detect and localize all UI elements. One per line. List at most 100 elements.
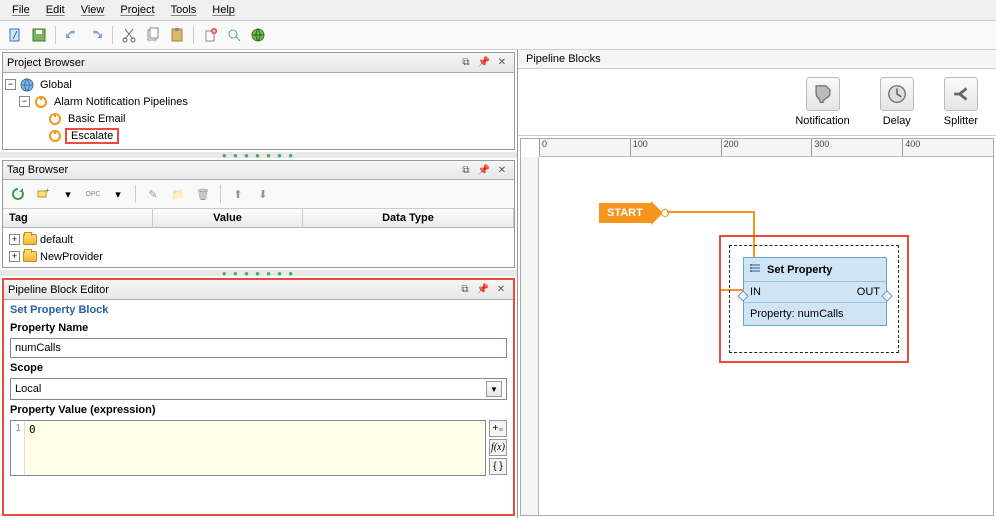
save-icon[interactable] (28, 24, 50, 46)
tag-edit-icon[interactable]: ✎ (142, 183, 164, 205)
scope-label: Scope (4, 360, 513, 376)
palette-notification[interactable]: Notification (795, 77, 849, 127)
pipeline-canvas-container: 0 100 200 300 400 START (520, 138, 994, 516)
pipeline-item-icon (47, 111, 63, 127)
menu-project[interactable]: Project (112, 2, 162, 18)
collapse-icon[interactable]: − (19, 96, 30, 107)
scope-select[interactable]: Local ▼ (10, 378, 507, 400)
horizontal-ruler: 0 100 200 300 400 (539, 139, 993, 157)
project-browser-panel: Project Browser ⧉ 📌 ✕ − Global − Alarm N… (2, 52, 515, 150)
set-property-block[interactable]: Set Property IN OUT Property: numCalls (743, 257, 887, 326)
new-icon[interactable] (4, 24, 26, 46)
pipeline-block-editor-panel: Pipeline Block Editor ⧉ 📌 ✕ Set Property… (2, 278, 515, 516)
folder-icon (23, 251, 37, 262)
expr-label: Property Value (expression) (4, 402, 513, 418)
restore-icon[interactable]: ⧉ (458, 56, 474, 70)
close-icon[interactable]: ✕ (493, 283, 509, 297)
operators-button[interactable]: +₌ (489, 420, 507, 437)
in-label: IN (750, 286, 761, 298)
splitter-handle[interactable]: ● ● ● ● ● ● ● (0, 152, 517, 158)
tree-pipelines[interactable]: Alarm Notification Pipelines (51, 95, 191, 109)
palette-label: Notification (795, 115, 849, 127)
dropdown-icon[interactable]: ▾ (107, 183, 129, 205)
dropdown-icon[interactable]: ▾ (57, 183, 79, 205)
expression-editor[interactable]: 1 0 (10, 420, 486, 476)
menu-help[interactable]: Help (204, 2, 243, 18)
refresh-icon[interactable] (7, 183, 29, 205)
main-toolbar (0, 21, 996, 50)
palette-label: Delay (883, 115, 911, 127)
palette-label: Splitter (944, 115, 978, 127)
tag-browser-panel: Tag Browser ⧉ 📌 ✕ + ▾ OPC ▾ ✎ 📁 🗑 ⬆ ⬇ (2, 160, 515, 268)
pin-icon[interactable]: 📌 (476, 56, 492, 70)
pipeline-item-icon (47, 128, 63, 144)
col-value[interactable]: Value (153, 209, 303, 227)
globe-icon[interactable] (247, 24, 269, 46)
delay-icon (880, 77, 914, 111)
menu-edit[interactable]: Edit (38, 2, 73, 18)
start-label: START (599, 203, 651, 223)
undo-icon[interactable] (61, 24, 83, 46)
delete-icon[interactable] (199, 24, 221, 46)
list-icon (750, 262, 762, 277)
prop-name-label: Property Name (4, 320, 513, 336)
pbe-title: Pipeline Block Editor (8, 284, 455, 296)
opc-icon[interactable]: OPC (82, 183, 104, 205)
find-icon[interactable] (223, 24, 245, 46)
pipeline-canvas[interactable]: START Set Property IN (539, 157, 993, 515)
prop-name-input[interactable]: numCalls (10, 338, 507, 358)
pin-icon[interactable]: 📌 (475, 283, 491, 297)
close-icon[interactable]: ✕ (494, 163, 510, 177)
expand-icon[interactable]: + (9, 251, 20, 262)
out-label: OUT (857, 286, 880, 298)
expand-icon[interactable]: + (9, 234, 20, 245)
wire (667, 211, 755, 213)
splitter-handle[interactable]: ● ● ● ● ● ● ● (0, 270, 517, 276)
svg-text:+: + (45, 186, 50, 195)
menu-tools[interactable]: Tools (163, 2, 205, 18)
tag-newprovider[interactable]: NewProvider (37, 250, 106, 264)
paste-icon[interactable] (166, 24, 188, 46)
tag-delete-icon[interactable]: 🗑 (192, 183, 214, 205)
tags-button[interactable]: { } (489, 458, 507, 475)
expression-text[interactable]: 0 (25, 421, 485, 475)
tree-basic-email[interactable]: Basic Email (65, 112, 128, 126)
collapse-icon[interactable]: − (5, 79, 16, 90)
pbe-section-title: Set Property Block (4, 300, 513, 320)
add-tag-icon[interactable]: + (32, 183, 54, 205)
palette-delay[interactable]: Delay (880, 77, 914, 127)
tree-escalate[interactable]: Escalate (65, 128, 119, 144)
notification-icon (806, 77, 840, 111)
functions-button[interactable]: f(x) (489, 439, 507, 456)
block-property: Property: numCalls (744, 303, 886, 325)
tag-table-header: Tag Value Data Type (3, 209, 514, 228)
col-type[interactable]: Data Type (303, 209, 514, 227)
tag-folder-icon[interactable]: 📁 (167, 183, 189, 205)
pin-icon[interactable]: 📌 (476, 163, 492, 177)
globe-icon (19, 77, 35, 93)
menu-view[interactable]: View (73, 2, 113, 18)
tag-toolbar: + ▾ OPC ▾ ✎ 📁 🗑 ⬆ ⬇ (3, 180, 514, 209)
folder-icon (23, 234, 37, 245)
project-tree[interactable]: − Global − Alarm Notification Pipelines … (3, 73, 514, 149)
menubar: File Edit View Project Tools Help (0, 0, 996, 21)
block-title: Set Property (767, 264, 832, 276)
tag-default[interactable]: default (37, 233, 76, 247)
col-tag[interactable]: Tag (3, 209, 153, 227)
menu-file[interactable]: File (4, 2, 38, 18)
vertical-ruler (521, 157, 539, 515)
copy-icon[interactable] (142, 24, 164, 46)
redo-icon[interactable] (85, 24, 107, 46)
close-icon[interactable]: ✕ (494, 56, 510, 70)
import-icon[interactable]: ⬆ (227, 183, 249, 205)
chevron-down-icon[interactable]: ▼ (486, 381, 502, 397)
restore-icon[interactable]: ⧉ (457, 283, 473, 297)
scope-value: Local (15, 383, 486, 395)
tree-root[interactable]: Global (37, 78, 75, 92)
palette-splitter[interactable]: Splitter (944, 77, 978, 127)
start-block[interactable]: START (599, 201, 669, 225)
export-icon[interactable]: ⬇ (252, 183, 274, 205)
restore-icon[interactable]: ⧉ (458, 163, 474, 177)
splitter-icon (944, 77, 978, 111)
cut-icon[interactable] (118, 24, 140, 46)
